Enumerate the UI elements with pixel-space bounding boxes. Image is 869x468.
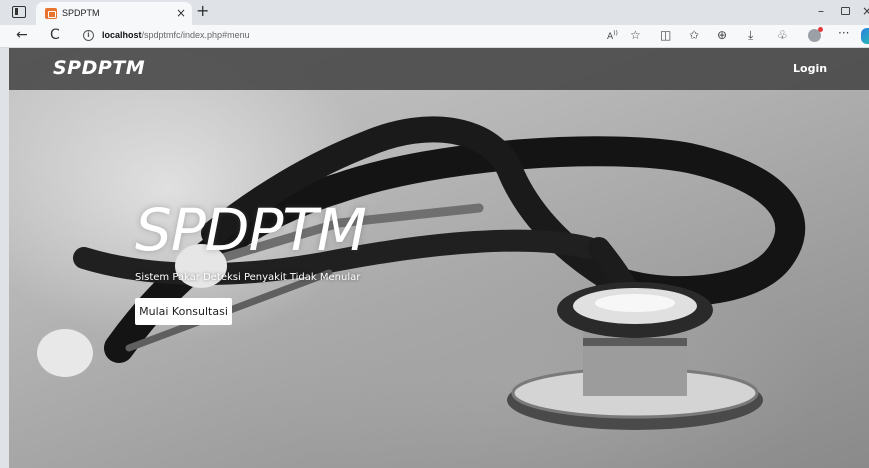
minimize-icon[interactable]: –: [818, 4, 824, 18]
address-bar[interactable]: localhost/spdptmfc/index.php#menu: [102, 30, 250, 40]
site-brand[interactable]: SPDPTM: [53, 57, 145, 79]
browser-toolbar: ← C i localhost/spdptmfc/index.php#menu …: [0, 25, 869, 48]
copilot-icon[interactable]: [861, 28, 869, 44]
url-host: localhost: [102, 30, 142, 40]
favorites-icon[interactable]: ✩: [689, 28, 699, 42]
profile-icon[interactable]: [808, 27, 823, 42]
back-icon[interactable]: ←: [16, 27, 28, 43]
refresh-icon[interactable]: C: [50, 27, 60, 43]
more-icon[interactable]: ···: [838, 26, 849, 40]
downloads-icon[interactable]: ⤓: [748, 28, 753, 43]
site-navbar: SPDPTM Login: [9, 48, 869, 90]
chestpiece-ring: [583, 338, 687, 346]
collections-icon[interactable]: ⊕: [717, 28, 727, 42]
login-link[interactable]: Login: [793, 62, 827, 75]
chestpiece-bell-highlight: [595, 294, 675, 312]
maximize-icon[interactable]: [841, 7, 850, 15]
start-consultation-button[interactable]: Mulai Konsultasi: [135, 298, 232, 325]
site-info-icon[interactable]: i: [83, 30, 94, 41]
window-close-icon[interactable]: ×: [862, 4, 869, 18]
favorite-star-icon[interactable]: ☆: [630, 28, 641, 42]
tab-title: SPDPTM: [62, 8, 100, 18]
extensions-icon[interactable]: ♧: [777, 28, 788, 42]
split-screen-icon[interactable]: ◫: [660, 28, 671, 42]
hero-title: SPDPTM: [135, 196, 367, 264]
read-aloud-icon[interactable]: A)): [607, 30, 618, 42]
tab-close-icon[interactable]: ×: [176, 6, 186, 20]
browser-tab-bar: SPDPTM × + – ×: [0, 0, 869, 25]
new-tab-icon[interactable]: +: [196, 1, 209, 20]
tab-actions-icon[interactable]: [12, 6, 26, 18]
page-viewport: SPDPTM Login SPDPTM Sistem Pakar Deteksi…: [9, 48, 869, 468]
url-path: /spdptmfc/index.php#menu: [141, 30, 250, 40]
browser-tab[interactable]: SPDPTM ×: [36, 2, 192, 25]
favicon-icon: [45, 8, 57, 19]
hero-subtitle: Sistem Pakar Deteksi Penyakit Tidak Menu…: [135, 272, 361, 283]
ear-tip-lower: [37, 329, 93, 377]
